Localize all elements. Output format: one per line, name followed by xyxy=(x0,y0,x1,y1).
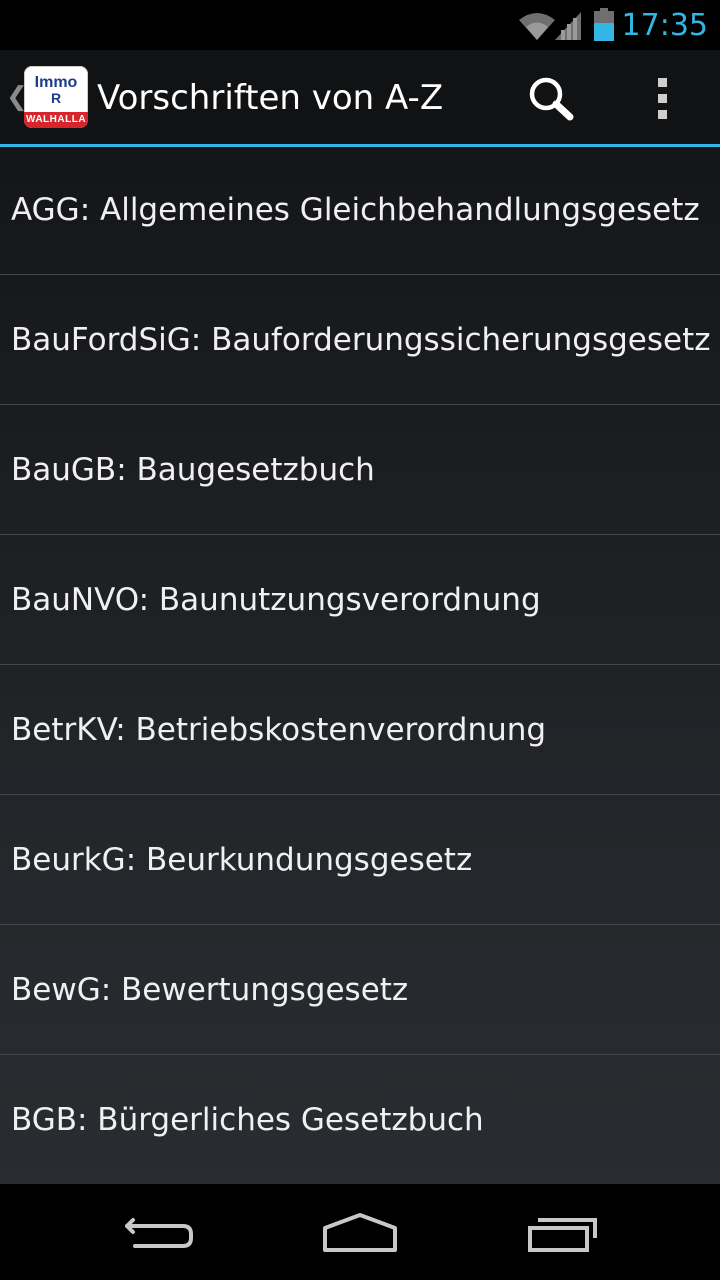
recent-apps-button[interactable] xyxy=(505,1198,615,1268)
list-item[interactable]: BeurkG: Beurkundungsgesetz xyxy=(0,795,720,925)
list-item[interactable]: BetrKV: Betriebskostenverordnung xyxy=(0,665,720,795)
list-item-label: BauNVO: Baunutzungsverordnung xyxy=(11,581,541,618)
regulations-list: AGG: Allgemeines Gleichbehandlungsgesetz… xyxy=(0,145,720,1183)
search-icon xyxy=(529,77,574,121)
app-logo[interactable]: Immo R WALHALLA xyxy=(24,66,88,128)
list-item[interactable]: BauFordSiG: Bauforderungssicherungsgeset… xyxy=(0,275,720,405)
list-item-label: BauGB: Baugesetzbuch xyxy=(11,451,375,488)
list-item-label: AGG: Allgemeines Gleichbehandlungsgesetz xyxy=(11,191,700,228)
overflow-menu-button[interactable] xyxy=(640,72,688,124)
app-logo-band: WALHALLA xyxy=(24,112,88,128)
status-bar: 17:35 xyxy=(0,0,720,50)
page-title: Vorschriften von A-Z xyxy=(97,78,444,118)
screen: 17:35 ❮ Immo R WALHALLA Vorschriften von… xyxy=(0,0,720,1280)
search-button[interactable] xyxy=(520,72,582,124)
list-item[interactable]: BGB: Bürgerliches Gesetzbuch xyxy=(0,1055,720,1183)
battery-icon xyxy=(593,8,615,46)
status-clock: 17:35 xyxy=(621,8,708,43)
list-item-label: BetrKV: Betriebskostenverordnung xyxy=(11,711,547,748)
back-button[interactable] xyxy=(105,1198,215,1268)
cell-signal-icon xyxy=(553,10,583,46)
list-item[interactable]: BauGB: Baugesetzbuch xyxy=(0,405,720,535)
back-icon xyxy=(125,1218,193,1248)
app-logo-line2: R xyxy=(50,90,62,106)
list-item-label: BGB: Bürgerliches Gesetzbuch xyxy=(11,1101,484,1138)
list-item-label: BeurkG: Beurkundungsgesetz xyxy=(11,841,473,878)
app-logo-line1: Immo xyxy=(34,74,78,91)
action-bar: ❮ Immo R WALHALLA Vorschriften von A-Z xyxy=(0,50,720,147)
overflow-menu-icon xyxy=(658,78,667,119)
home-button[interactable] xyxy=(305,1198,415,1268)
wifi-icon xyxy=(517,10,557,46)
navigation-bar xyxy=(0,1184,720,1280)
list-item-label: BauFordSiG: Bauforderungssicherungsgeset… xyxy=(11,321,711,358)
recent-apps-icon xyxy=(528,1218,597,1252)
list-item[interactable]: BewG: Bewertungsgesetz xyxy=(0,925,720,1055)
home-icon xyxy=(323,1213,397,1252)
list-item[interactable]: AGG: Allgemeines Gleichbehandlungsgesetz xyxy=(0,145,720,275)
list-item-label: BewG: Bewertungsgesetz xyxy=(11,971,409,1008)
list-item[interactable]: BauNVO: Baunutzungsverordnung xyxy=(0,535,720,665)
